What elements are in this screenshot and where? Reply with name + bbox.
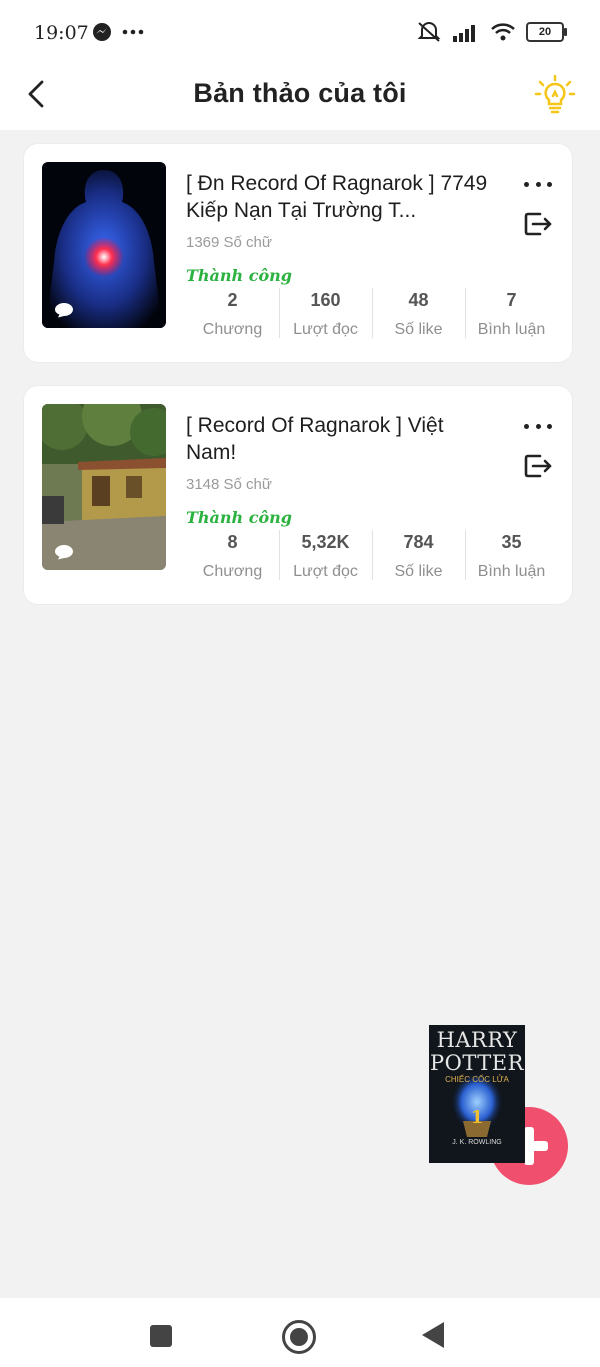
book-subtitle: CHIẾC CỐC LỬA bbox=[445, 1075, 509, 1084]
stat-chapters: 2 Chương bbox=[186, 286, 279, 342]
stat-value: 8 bbox=[227, 532, 238, 552]
stats-row: 8 Chương 5,32K Lượt đọc 784 Số like 35 Bình … bbox=[186, 528, 558, 584]
system-back-button[interactable] bbox=[422, 1322, 444, 1348]
book-cover[interactable] bbox=[42, 404, 166, 570]
status-label: Thành công bbox=[186, 266, 292, 285]
stat-value: 35 bbox=[501, 532, 522, 552]
stat-value: 784 bbox=[403, 532, 434, 552]
mute-icon bbox=[417, 22, 441, 42]
stat-label: Chương bbox=[202, 321, 263, 338]
battery-level: 20 bbox=[538, 26, 552, 38]
work-card[interactable]: [ Record Of Ragnarok ] Việt Nam! 3148 Số… bbox=[24, 386, 572, 604]
stat-label: Bình luận bbox=[477, 563, 546, 580]
stat-label: Chương bbox=[202, 563, 263, 580]
dot bbox=[535, 423, 541, 429]
stat-value: 160 bbox=[310, 290, 341, 310]
export-button[interactable] bbox=[522, 450, 554, 482]
messenger-icon bbox=[93, 23, 111, 41]
stats-row: 2 Chương 160 Lượt đọc 48 Số like 7 Bình luận bbox=[186, 286, 558, 342]
comment-bubble-icon bbox=[55, 545, 73, 560]
stat-comments: 7 Bình luận bbox=[465, 286, 558, 342]
home-button[interactable] bbox=[282, 1320, 316, 1354]
dot bbox=[524, 423, 529, 429]
more-notifications-icon bbox=[122, 29, 144, 35]
stat-reads: 160 Lượt đọc bbox=[279, 286, 372, 342]
exit-icon bbox=[524, 454, 552, 478]
system-nav-bar bbox=[0, 1298, 600, 1367]
battery-indicator: 20 bbox=[526, 22, 567, 42]
stat-label: Bình luận bbox=[477, 321, 546, 338]
status-bar: 19:07 20 bbox=[0, 0, 600, 64]
dot bbox=[547, 181, 552, 187]
status-right-icons: 20 bbox=[416, 20, 567, 44]
stat-reads: 5,32K Lượt đọc bbox=[279, 528, 372, 584]
dot bbox=[547, 423, 552, 429]
dot bbox=[524, 181, 529, 187]
stat-chapters: 8 Chương bbox=[186, 528, 279, 584]
status-left-icons bbox=[92, 22, 144, 42]
page-title: Bản thảo của tôi bbox=[193, 78, 407, 108]
more-options-button[interactable] bbox=[524, 172, 552, 196]
recent-apps-button[interactable] bbox=[150, 1325, 172, 1347]
dot bbox=[535, 181, 541, 187]
wifi-icon bbox=[491, 23, 515, 41]
more-options-button[interactable] bbox=[524, 414, 552, 438]
word-count: 1369 Số chữ bbox=[186, 234, 272, 251]
stat-label: Số like bbox=[394, 563, 443, 580]
title-line: POTTER bbox=[430, 1051, 524, 1075]
floating-book-thumbnail[interactable]: 1 HARRY POTTER CHIẾC CỐC LỬA J. K. ROWLIN… bbox=[429, 1025, 525, 1163]
tips-button[interactable] bbox=[534, 74, 576, 116]
svg-text:1: 1 bbox=[471, 1107, 484, 1128]
comment-bubble-icon bbox=[55, 303, 73, 318]
book-title[interactable]: [ Đn Record Of Ragnarok ] 7749 Kiếp Nạn … bbox=[186, 170, 488, 224]
stat-value: 7 bbox=[506, 290, 517, 310]
work-card[interactable]: [ Đn Record Of Ragnarok ] 7749 Kiếp Nạn … bbox=[24, 144, 572, 362]
stat-label: Số like bbox=[394, 321, 443, 338]
title-line: HARRY bbox=[436, 1028, 518, 1052]
stat-value: 2 bbox=[227, 290, 238, 310]
stat-value: 48 bbox=[408, 290, 429, 310]
exit-icon bbox=[524, 212, 552, 236]
stat-label: Lượt đọc bbox=[293, 321, 358, 338]
stat-value: 5,32K bbox=[301, 532, 350, 552]
signal-icon bbox=[453, 25, 475, 42]
stat-label: Lượt đọc bbox=[293, 563, 358, 580]
export-button[interactable] bbox=[522, 208, 554, 240]
book-title[interactable]: [ Record Of Ragnarok ] Việt Nam! bbox=[186, 412, 488, 466]
word-count: 3148 Số chữ bbox=[186, 476, 272, 493]
status-time: 19:07 bbox=[34, 22, 89, 44]
app-bar: Bản thảo của tôi bbox=[0, 64, 600, 130]
stat-comments: 35 Bình luận bbox=[465, 528, 558, 584]
plus-icon-vertical bbox=[524, 1127, 534, 1165]
status-label: Thành công bbox=[186, 508, 292, 527]
book-series-title: HARRY POTTER bbox=[429, 1029, 525, 1075]
book-author: J. K. ROWLING bbox=[452, 1139, 502, 1146]
stat-likes: 48 Số like bbox=[372, 286, 465, 342]
lightbulb-icon bbox=[534, 74, 576, 114]
stat-likes: 784 Số like bbox=[372, 528, 465, 584]
book-cover[interactable] bbox=[42, 162, 166, 328]
